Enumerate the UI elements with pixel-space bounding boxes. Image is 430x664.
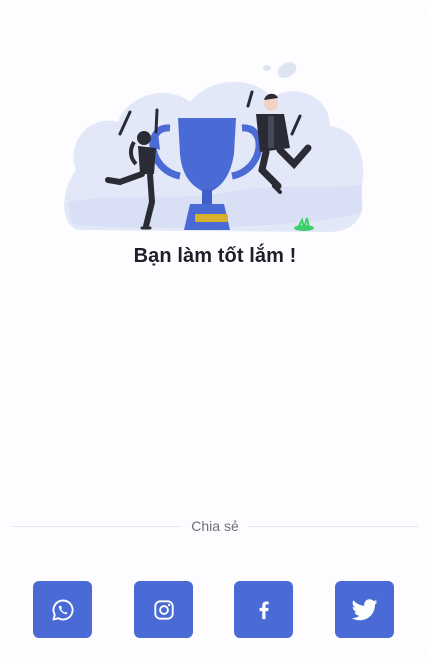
share-divider: Chia sẻ [12,516,418,536]
result-title: Bạn làm tốt lắm ! [133,245,297,267]
divider-line-right [248,525,418,527]
share-twitter-button[interactable] [335,581,394,638]
facebook-icon [259,600,269,619]
instagram-icon [153,599,174,620]
trophy-celebration-illustration [64,62,364,232]
share-facebook-button[interactable] [234,581,293,638]
share-whatsapp-button[interactable] [33,581,92,638]
whatsapp-icon [52,599,74,620]
share-label: Chia sẻ [191,518,239,534]
divider-line-left [12,525,182,527]
twitter-icon [351,598,378,620]
result-card: Bạn làm tốt lắm ! Chia sẻ [0,0,430,664]
share-instagram-button[interactable] [134,581,193,638]
